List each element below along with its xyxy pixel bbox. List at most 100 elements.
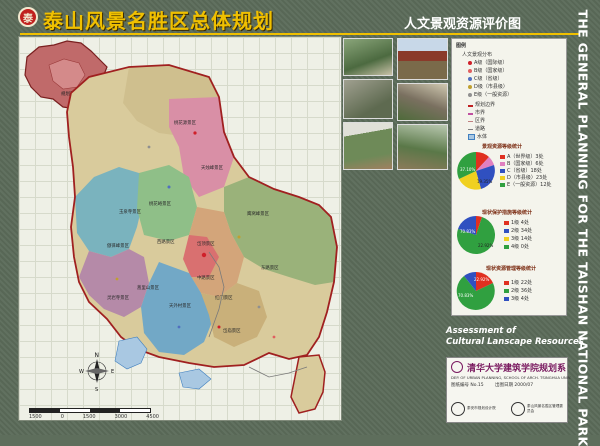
map-panel[interactable]: 规划范围 桃花源景区 天烛峰景区 玉泉寺景区 岱顶景区 桃花峪景区 鹰窝峰景区 … — [18, 36, 342, 421]
vertical-title: THE GENERAL PLANNING FOR THE TAISHAN NAT… — [571, 9, 595, 446]
chart1-pct: 37.10% — [460, 167, 476, 172]
grade-b-dot-icon — [468, 68, 472, 73]
legend-line-label: 规划边界 — [475, 102, 496, 108]
university-box: 清华大学建筑学院规划系 DEP. OF URBAN PLANNING, SCHO… — [446, 357, 571, 423]
compass-east: E — [111, 369, 114, 375]
swatch-icon — [500, 175, 505, 180]
legend-panel: 图例 人文景观分布 A级（国际级） B级（国家级） C级（省级） D级（市县级）… — [451, 38, 567, 316]
park-area[interactable] — [66, 64, 338, 414]
zone-label: 鹰窝峰景区 — [247, 210, 270, 217]
photo-temple-gate — [397, 38, 448, 80]
swatch-icon — [504, 228, 509, 233]
scale-tick: 1500 — [82, 414, 96, 420]
legend-line-district: 区界 — [468, 117, 485, 124]
compass-west: W — [79, 369, 84, 375]
assessment-line2: Cultural Lanscape Resources — [446, 337, 584, 347]
chart2-pie — [457, 216, 496, 255]
scale-tick: 0 — [60, 414, 64, 420]
chart3-item-label: 2级 36处 — [511, 288, 533, 294]
swatch-icon — [500, 168, 505, 173]
zone-label: 红门景区 — [215, 294, 233, 301]
photo-mountain-road — [343, 38, 393, 76]
legend-grade-label: E级（一般资源） — [474, 92, 513, 98]
chart2-item: 1级 4处 — [504, 219, 529, 226]
zone-label: 玉泉寺景区 — [119, 208, 142, 215]
legend-grade-label: D级（市县级） — [474, 84, 508, 90]
swatch-icon — [504, 244, 509, 249]
chart3-item-label: 1级 22处 — [511, 280, 533, 286]
chart3-item: 2级 36处 — [504, 287, 532, 294]
legend-line-label: 市界 — [475, 110, 486, 116]
legend-line-water: 水体 — [468, 133, 487, 140]
legend-grade-b: B级（国家级） — [468, 67, 507, 74]
swatch-icon — [504, 280, 509, 285]
legend-grade-label: C级（省级） — [474, 76, 503, 82]
zone-label: 岱顶景区 — [197, 240, 215, 247]
legend-line-road: 道路 — [468, 125, 485, 132]
assessment-title: Assessment of Cultural Lanscape Resource… — [446, 326, 584, 348]
zone-label: 岱庙景区 — [223, 327, 241, 334]
photo-cliff-steps — [397, 124, 448, 170]
scale-tick: 4500 — [146, 414, 159, 420]
boundary-line-icon — [468, 103, 473, 107]
compass-south: S — [95, 387, 98, 393]
grade-a-dot-icon — [468, 60, 472, 65]
chart3-pct: 70.83% — [458, 293, 474, 298]
chart2-item: 4级 0处 — [504, 243, 529, 250]
chart1-pct: 19.35% — [477, 179, 493, 184]
zone-label: 中路景区 — [197, 274, 215, 281]
scale-bar: 1500 0 1500 3000 4500 — [29, 408, 159, 420]
org-name: 泰山风景名胜区管理委员会 — [527, 404, 563, 413]
zone-label: 桃花峪景区 — [149, 200, 172, 207]
photo-stone-tablets — [343, 79, 393, 119]
zone-label: 天外村景区 — [169, 302, 192, 309]
zone-label: 东路景区 — [261, 264, 279, 271]
chart1-item: E（一般资源）12处 — [500, 181, 552, 188]
assessment-line1: Assessment of — [446, 326, 516, 336]
issue-date: 出图日期 2000/07 — [495, 383, 534, 388]
org-logo-icon — [451, 402, 465, 416]
water-icon — [468, 133, 475, 140]
zone-label: 西路景区 — [157, 238, 175, 245]
swatch-icon — [504, 288, 509, 293]
chart2-item-label: 1级 4处 — [511, 220, 529, 226]
legend-grade-label: B级（国家级） — [474, 68, 508, 74]
sheet-number: 图纸编号 No.15 — [451, 383, 484, 388]
swatch-icon — [500, 154, 505, 159]
chart2-item-label: 3级 14处 — [511, 236, 533, 242]
zone-label: 灵岩寺景区 — [107, 294, 130, 301]
legend-grade-c: C级（省级） — [468, 75, 503, 82]
road-line-icon — [468, 127, 473, 130]
chart3-item-label: 3级 4处 — [511, 296, 529, 302]
org-name: 泰安市规划设计院 — [467, 406, 496, 410]
legend-line-label: 区界 — [475, 118, 486, 124]
zone-label: 桃花源景区 — [174, 119, 197, 126]
chart2-item: 3级 14处 — [504, 235, 532, 242]
photo-collage — [343, 38, 449, 172]
swatch-icon — [500, 161, 505, 166]
grade-e-dot-icon — [468, 92, 472, 97]
zone-purple[interactable] — [79, 249, 149, 317]
org-logo-icon — [511, 402, 525, 416]
chart1-item-label: E（一般资源）12处 — [507, 182, 552, 188]
swatch-icon — [500, 182, 505, 187]
reservoir-south — [178, 368, 212, 390]
scale-tick: 3000 — [114, 414, 128, 420]
city-extension[interactable] — [290, 354, 326, 414]
zone-label: 蒿里山景区 — [137, 284, 160, 291]
photo-pavilion — [343, 122, 393, 170]
photo-stairway — [397, 83, 448, 121]
chart1-item: A（世界级）3处 — [500, 153, 544, 160]
legend-resource-title: 人文景观分布 — [462, 52, 493, 58]
page-title: 泰山风景名胜区总体规划 — [43, 9, 274, 33]
chart2-item: 2级 34处 — [504, 227, 532, 234]
chart1-item: B（国家级）6处 — [500, 160, 544, 167]
title-divider — [20, 33, 580, 35]
logo-text: 泰 — [23, 13, 33, 25]
university-emblem-icon — [451, 361, 463, 373]
map-canvas: 规划范围 桃花源景区 天烛峰景区 玉泉寺景区 岱顶景区 桃花峪景区 鹰窝峰景区 … — [24, 40, 338, 414]
grade-d-dot-icon — [468, 84, 472, 89]
chart1-title: 景观资源等级统计 — [482, 144, 523, 150]
zone-label: 天烛峰景区 — [201, 164, 224, 171]
chart3-item: 3级 4处 — [504, 295, 529, 302]
